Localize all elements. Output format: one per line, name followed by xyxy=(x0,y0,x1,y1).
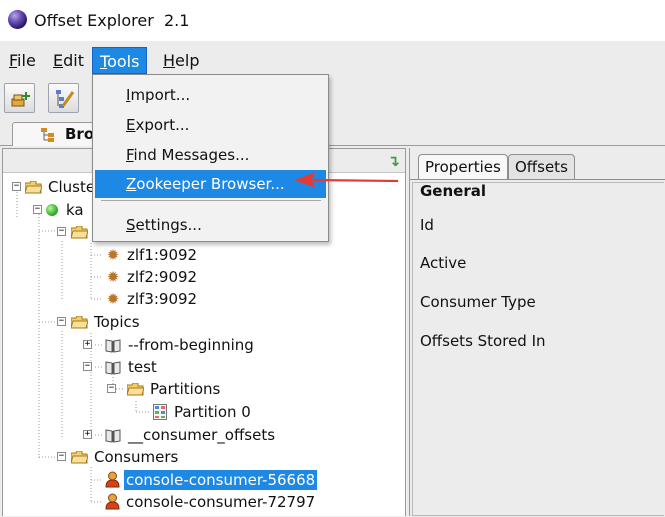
tab-browser-label: Bro xyxy=(65,125,95,143)
topic-book-icon xyxy=(105,338,121,353)
tree-node-brokers-folder[interactable] xyxy=(71,222,94,242)
tree-node-partitions[interactable]: Partitions xyxy=(127,379,220,399)
partitions-collapse-toggle[interactable]: − xyxy=(107,384,116,393)
edit-connection-button[interactable] xyxy=(48,83,79,113)
tree-node-topic[interactable]: test xyxy=(105,357,157,377)
menu-edit[interactable]: Edit xyxy=(46,47,91,74)
consumers-collapse-toggle[interactable]: − xyxy=(57,452,66,461)
tree-node-consumer[interactable]: console-consumer-72797 xyxy=(105,492,315,512)
tree-node-consumer[interactable]: console-consumer-56668 xyxy=(105,470,318,490)
topic-collapse-toggle[interactable]: − xyxy=(83,362,92,371)
folder-open-icon xyxy=(25,181,42,194)
folder-open-icon xyxy=(71,226,88,239)
window-title: Offset Explorer 2.1 xyxy=(34,11,190,30)
properties-panel: Properties Offsets General Id Active Con… xyxy=(409,148,665,516)
tree-node-partition[interactable]: Partition 0 xyxy=(153,402,251,422)
menu-tools[interactable]: Tools xyxy=(92,47,148,74)
add-cluster-icon xyxy=(11,92,30,107)
menu-item-settings[interactable]: Settings... xyxy=(95,211,326,239)
annotation-arrow-icon xyxy=(294,172,399,188)
partition-grid-icon xyxy=(153,404,167,420)
topic-book-icon xyxy=(105,360,121,375)
tree-node-consumers[interactable]: Consumers xyxy=(71,447,178,467)
tab-properties[interactable]: Properties xyxy=(418,154,508,180)
folder-open-icon xyxy=(71,451,88,464)
folder-open-icon xyxy=(127,383,144,396)
topics-collapse-toggle[interactable]: − xyxy=(57,317,66,326)
tree-node-broker[interactable]: ✹ zlf1:9092 xyxy=(105,245,197,265)
tree-node-topic[interactable]: __consumer_offsets xyxy=(105,425,275,445)
connection-collapse-toggle[interactable]: − xyxy=(33,205,42,214)
connected-status-icon xyxy=(46,204,58,216)
tree-node-topic[interactable]: --from-beginning xyxy=(105,335,254,355)
tab-offsets[interactable]: Offsets xyxy=(508,154,575,179)
menu-separator xyxy=(101,200,321,201)
menu-item-import[interactable]: Import... xyxy=(95,81,326,109)
tree-node-broker[interactable]: ✹ zlf3:9092 xyxy=(105,289,197,309)
tree-node-connection[interactable]: ka xyxy=(46,200,84,220)
tree-node-topics[interactable]: Topics xyxy=(71,312,140,332)
topic-expand-toggle[interactable]: + xyxy=(83,430,92,439)
broker-gear-icon: ✹ xyxy=(106,268,120,286)
browser-tree-icon xyxy=(41,128,54,142)
menu-file[interactable]: File xyxy=(2,47,43,74)
app-logo-icon xyxy=(8,10,27,29)
edit-tree-icon xyxy=(56,90,75,108)
tree-node-cluster[interactable]: Cluste xyxy=(25,177,95,197)
section-title-general: General xyxy=(420,182,486,200)
property-label: Consumer Type xyxy=(420,293,536,311)
broker-gear-icon: ✹ xyxy=(106,246,120,264)
topic-book-icon xyxy=(105,428,121,443)
menu-item-export[interactable]: Export... xyxy=(95,111,326,139)
add-cluster-button[interactable] xyxy=(4,83,35,113)
menu-bar: File Edit Tools Help xyxy=(0,41,665,75)
topic-expand-toggle[interactable]: + xyxy=(83,340,92,349)
menu-help[interactable]: Help xyxy=(156,47,206,74)
title-bar: Offset Explorer 2.1 xyxy=(0,0,665,41)
property-label: Offsets Stored In xyxy=(420,332,546,350)
consumer-person-icon xyxy=(105,493,120,510)
property-label: Id xyxy=(420,216,434,234)
tree-node-broker[interactable]: ✹ zlf2:9092 xyxy=(105,267,197,287)
property-label: Active xyxy=(420,254,467,272)
tab-divider xyxy=(410,179,665,180)
broker-gear-icon: ✹ xyxy=(106,290,120,308)
brokers-collapse-toggle[interactable]: − xyxy=(57,227,66,236)
consumer-person-icon xyxy=(105,471,120,488)
menu-item-find-messages[interactable]: Find Messages... xyxy=(95,141,326,169)
cluster-collapse-toggle[interactable]: − xyxy=(12,182,21,191)
tools-dropdown-menu: Import... Export... Find Messages... Zoo… xyxy=(92,74,329,242)
folder-open-icon xyxy=(71,316,88,329)
